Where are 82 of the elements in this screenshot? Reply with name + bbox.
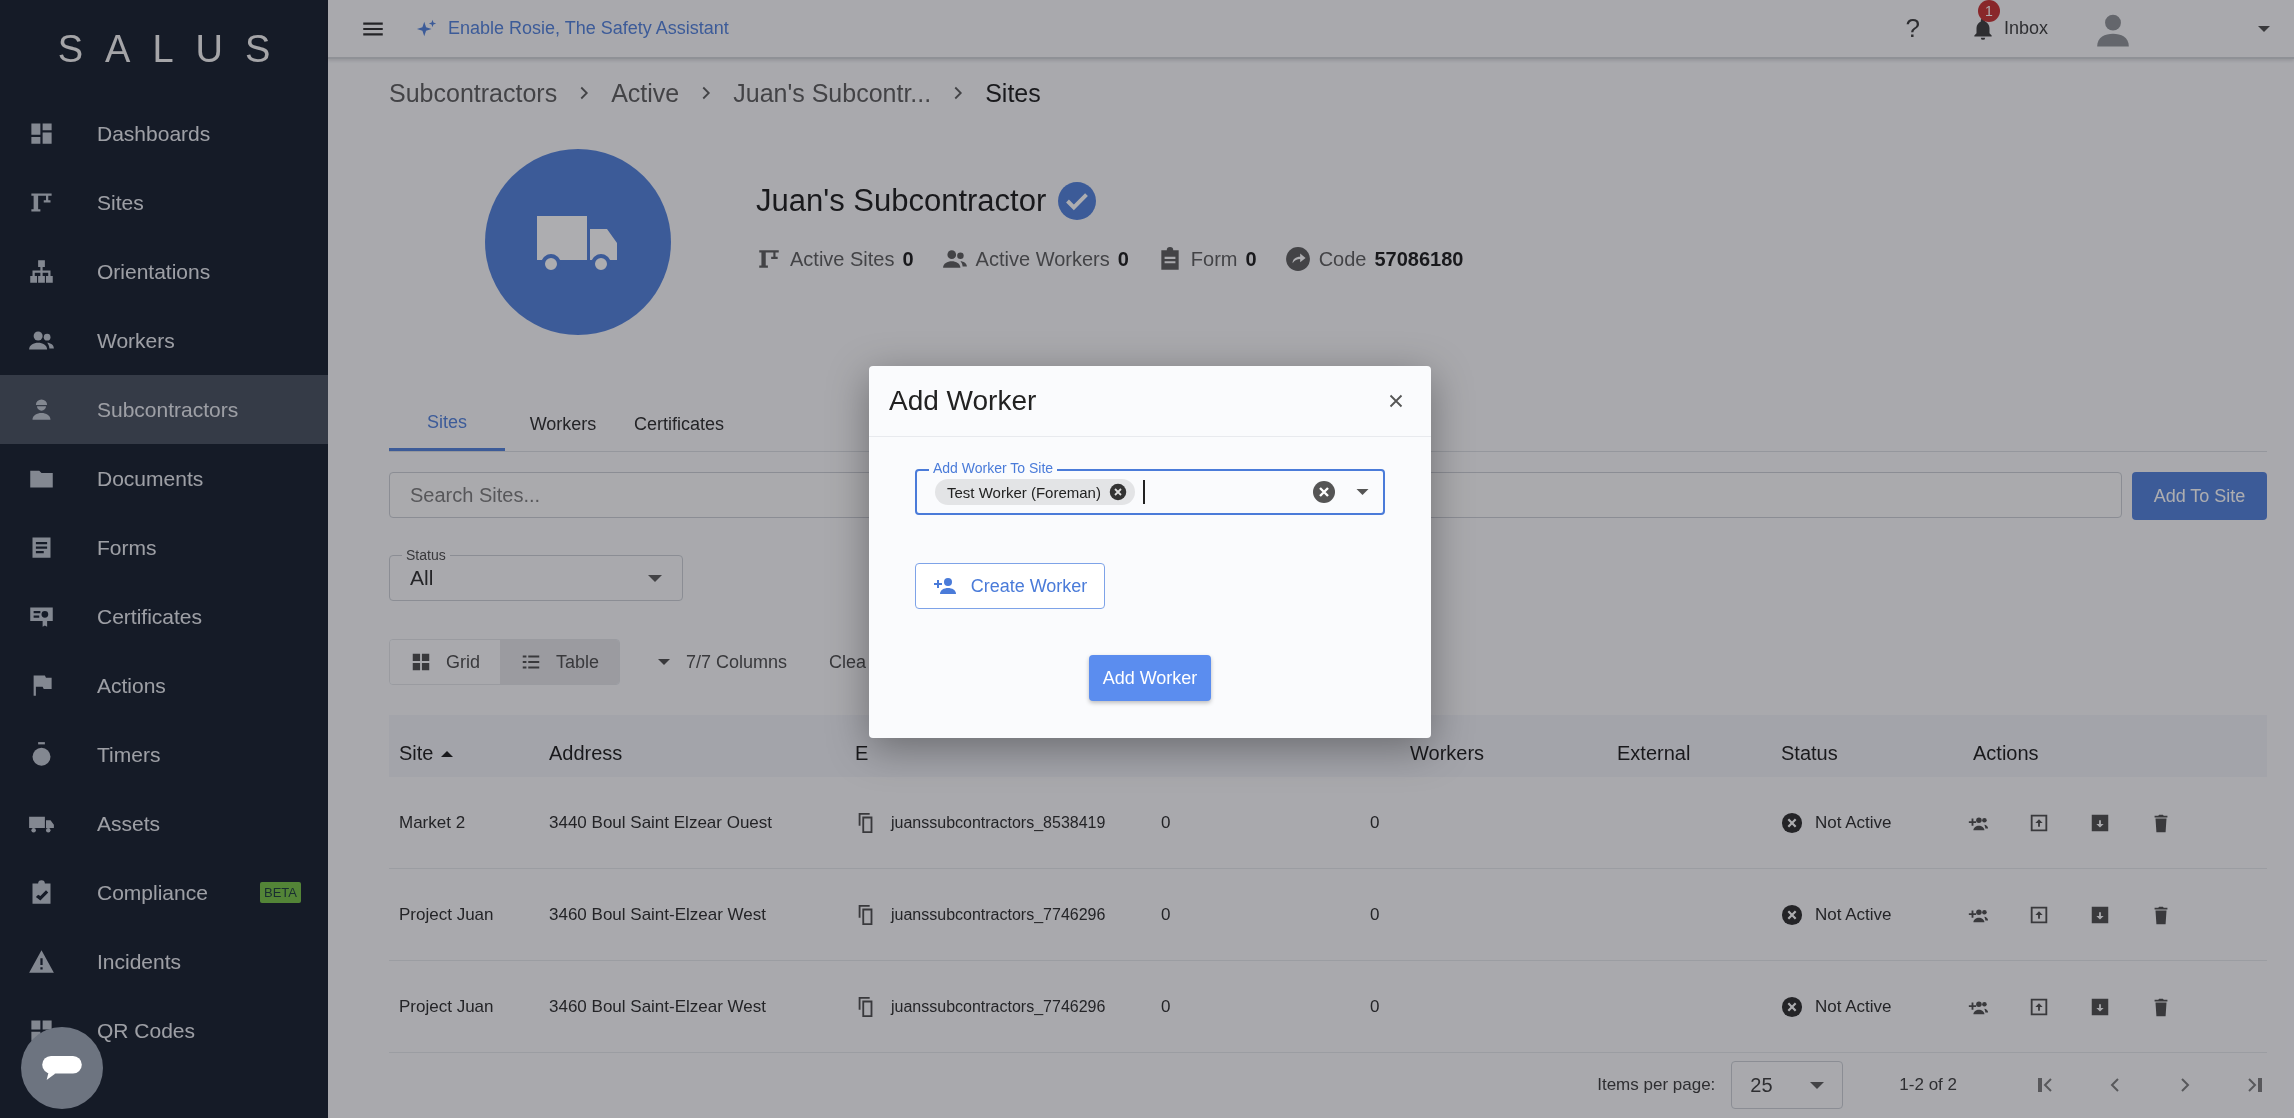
sidebar-item[interactable]: Sites	[0, 168, 328, 237]
sidebar-item[interactable]: Dashboards	[0, 99, 328, 168]
hierarchy-icon	[28, 258, 55, 285]
stat-label: Active Sites	[790, 247, 895, 271]
table-cell-text: Market 2	[398, 812, 467, 833]
truck-avatar-icon	[485, 149, 671, 335]
breadcrumb-link[interactable]: Juan's Subcontr...	[733, 78, 932, 108]
remove-icon[interactable]	[1108, 483, 1127, 501]
stat-label: Active Workers	[975, 247, 1110, 271]
create-worker-button[interactable]: Create Worker	[915, 563, 1105, 609]
page-range: 1-2 of 2	[1899, 1075, 1957, 1095]
table-cell-text: 3460 Boul Saint-Elzear West	[548, 996, 768, 1017]
sidebar-item[interactable]: Compliance BETA	[0, 858, 328, 927]
table-cell: juanssubcontractors_7746296	[891, 905, 1106, 924]
warning-icon	[28, 948, 55, 975]
stat-value: 0	[1117, 247, 1129, 271]
sidebar-item[interactable]: Certificates	[0, 582, 328, 651]
tab[interactable]: Workers	[505, 397, 621, 451]
dropdown-caret-icon[interactable]	[1356, 489, 1369, 495]
stat-label: Code	[1318, 247, 1367, 271]
columns-menu-button[interactable]: 7/7 Columns	[652, 650, 794, 674]
table-cell-text: 0	[1160, 812, 1172, 833]
table-cell-text: 0	[1160, 996, 1172, 1017]
caret-icon[interactable]	[2258, 25, 2270, 32]
table-cell-text: Project Juan	[398, 904, 495, 925]
column-header[interactable]: Site	[389, 742, 539, 765]
sidebar-item[interactable]: Forms	[0, 513, 328, 582]
column-header: Address	[548, 742, 624, 765]
column-header: External	[1616, 742, 1692, 765]
table-cell: juanssubcontractors_7746296	[891, 997, 1106, 1016]
status-text: Not Active	[1815, 996, 1892, 1017]
breadcrumb-link[interactable]: Subcontractors	[389, 78, 558, 108]
beta-badge: BETA	[260, 882, 301, 903]
status-text: Not Active	[1815, 904, 1892, 925]
table-cell-text: 0	[1160, 904, 1172, 925]
logo-text: SALUS	[56, 27, 294, 72]
stat-value: 0	[902, 247, 914, 271]
stat-value: 57086180	[1374, 247, 1464, 271]
tab[interactable]: Certificates	[621, 397, 737, 451]
items-per-page-label: Items per page:	[1597, 1075, 1716, 1095]
column-header: Actions	[1972, 742, 2040, 765]
sidebar-item[interactable]: Incidents	[0, 927, 328, 996]
clear-link[interactable]: Clea	[829, 651, 867, 673]
table-cell-text: Project Juan	[398, 996, 495, 1017]
table-cell-text: 3440 Boul Saint Elzear Ouest	[548, 812, 774, 833]
view-toggle-button[interactable]: Table	[500, 640, 620, 684]
status-text: Not Active	[1815, 812, 1892, 833]
sidebar-item[interactable]: Orientations	[0, 237, 328, 306]
sidebar-item[interactable]: Subcontractors	[0, 375, 328, 444]
field-label: Add Worker To Site	[929, 460, 1058, 476]
table-cell-text: 0	[1369, 812, 1381, 833]
field-value: All	[410, 566, 435, 590]
sidebar-item[interactable]: Workers	[0, 306, 328, 375]
sidebar-item[interactable]: Assets	[0, 789, 328, 858]
breadcrumb-link[interactable]: Active	[611, 78, 680, 108]
help-button[interactable]: ?	[1905, 13, 1920, 44]
dropdown-caret-icon	[648, 574, 662, 582]
sidebar-item[interactable]: Timers	[0, 720, 328, 789]
table-cell-text: 0	[1369, 904, 1381, 925]
stat-label: Form	[1190, 247, 1238, 271]
table-cell-text: 0	[1369, 996, 1381, 1017]
notification-count: 1	[1977, 0, 2000, 22]
column-header: Status	[1780, 742, 1839, 765]
grid-icon	[410, 651, 432, 673]
table-cell-text: 3460 Boul Saint-Elzear West	[548, 904, 768, 925]
sidebar-item[interactable]: Actions	[0, 651, 328, 720]
inbox-link[interactable]: Inbox	[2003, 18, 2048, 39]
caret-icon	[658, 659, 671, 665]
column-header: Workers	[1409, 742, 1486, 765]
subcontractor-name: Juan's Subcontractor	[756, 183, 1047, 219]
stat-value: 0	[1245, 247, 1257, 271]
sidebar-item[interactable]: Documents	[0, 444, 328, 513]
dialog-title: Add Worker	[889, 385, 1037, 417]
dashboard-icon	[28, 120, 55, 147]
clear-icon[interactable]	[1312, 480, 1336, 504]
worker-chip[interactable]: Test Worker (Foreman)	[935, 479, 1135, 505]
text-cursor	[1142, 480, 1145, 504]
table-cell: juanssubcontractors_8538419	[891, 813, 1106, 832]
page-size-select[interactable]: 25	[1731, 1061, 1844, 1109]
column-header: E	[854, 742, 870, 765]
dropdown-caret-icon	[1810, 1081, 1825, 1089]
field-label: Status	[402, 547, 450, 563]
